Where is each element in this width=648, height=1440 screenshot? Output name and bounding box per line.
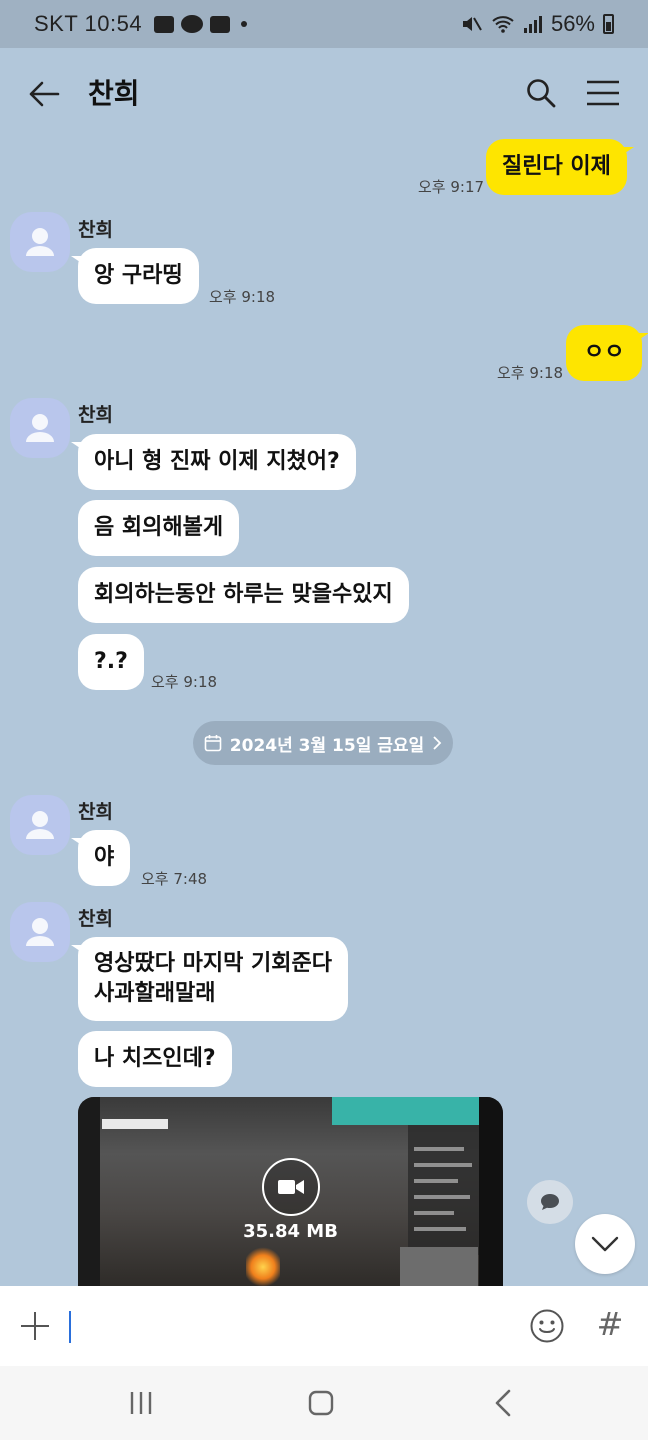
video-overlay-banner [332,1097,480,1125]
sender-name: 찬희 [78,801,113,823]
video-camera-icon [278,1180,304,1194]
chat-header: 찬희 [0,48,648,138]
message-time: 오후 9:18 [151,673,218,691]
back-button[interactable] [24,74,64,114]
message-input-bar: # [0,1286,648,1366]
signal-icon [523,16,542,33]
avatar[interactable] [10,398,70,458]
video-play-button[interactable] [262,1158,320,1216]
default-profile-icon [26,811,54,839]
video-overlay-line [414,1211,454,1215]
default-profile-icon [26,918,54,946]
chat-title: 찬희 [88,77,140,110]
message-time: 오후 9:18 [209,288,276,306]
scroll-to-bottom-button[interactable] [575,1214,635,1274]
calendar-icon [204,735,222,752]
hashtag-button[interactable]: # [592,1304,628,1344]
talk-icon [181,15,204,33]
menu-icon [587,80,619,106]
message-line: 영상땄다 마지막 기회준다 [94,951,332,976]
sender-name: 찬희 [78,908,113,930]
their-message-bubble[interactable]: 앙 구라띵 [71,248,199,304]
home-icon [308,1390,334,1416]
video-overlay-line [414,1195,470,1199]
emoji-icon [530,1309,564,1343]
their-message-bubble[interactable]: 나 치즈인데? [78,1031,232,1087]
date-divider-label: 2024년 3월 15일 금요일 [229,735,425,756]
attach-button[interactable] [16,1306,54,1346]
plus-icon [21,1312,49,1340]
sender-name: 찬희 [78,219,113,241]
video-overlay-line [414,1179,458,1183]
chat-bubble-icon [541,1194,559,1210]
battery-percent: 56% [550,11,595,36]
recents-icon [130,1392,152,1414]
their-message-bubble[interactable]: 야 [70,830,131,886]
back-arrow-icon [29,81,60,107]
video-frame-edge [78,1097,100,1287]
message-line: 사과할래말래 [94,981,216,1006]
message-time: 오후 9:17 [418,178,485,196]
chevron-right-icon [433,736,442,750]
video-message[interactable]: 35.84 MB [78,1097,503,1287]
emoji-button[interactable] [527,1306,567,1346]
status-bar: SKT 10:54 56% [0,0,648,48]
notification-icons [154,15,248,33]
their-message-bubble[interactable]: 영상땄다 마지막 기회준다 사과할래말래 [71,937,348,1021]
message-input[interactable] [66,1306,506,1346]
home-button[interactable] [304,1386,338,1420]
their-message-bubble[interactable]: 회의하는동안 하루는 맞을수있지 [78,567,409,623]
default-profile-icon [26,414,54,442]
avatar[interactable] [10,902,70,962]
gallery-icon [154,15,175,33]
status-carrier-time: SKT 10:54 [34,11,143,36]
mute-icon [462,17,482,31]
video-overlay-badge [102,1119,168,1129]
avatar[interactable] [10,212,70,272]
video-webcam-thumb [400,1247,478,1287]
video-fire-glow [246,1247,280,1287]
my-message-bubble[interactable]: 질린다 이제 [486,139,634,195]
battery-icon [603,14,614,34]
video-file-size: 35.84 MB [243,1221,338,1242]
message-time: 오후 9:18 [497,364,564,382]
youtube-icon [210,15,231,33]
search-icon [527,79,556,108]
wifi-icon [492,16,514,33]
nav-back-button[interactable] [486,1386,520,1420]
search-button[interactable] [520,72,562,114]
dot-icon [241,21,248,27]
menu-button[interactable] [582,72,624,114]
system-icons: 56% [461,11,614,37]
their-message-bubble[interactable]: ?.? [78,634,144,690]
message-time: 오후 7:48 [141,870,208,888]
video-frame-edge [479,1097,503,1287]
chevron-down-icon [591,1236,619,1252]
chat-bubble-button[interactable] [527,1180,573,1224]
their-message-bubble[interactable]: 음 회의해볼게 [78,500,240,556]
my-message-bubble[interactable]: ㅇㅇ [566,325,648,381]
system-nav-bar [0,1366,648,1440]
video-overlay-line [414,1163,472,1167]
sender-name: 찬희 [78,404,113,426]
video-overlay-line [414,1147,464,1151]
default-profile-icon [26,228,54,256]
nav-back-icon [495,1389,511,1417]
avatar[interactable] [10,795,70,855]
text-caret [69,1311,71,1343]
recents-button[interactable] [124,1388,158,1418]
their-message-bubble[interactable]: 아니 형 진짜 이제 지쳤어? [71,434,356,490]
hashtag-icon: # [596,1305,624,1343]
date-divider[interactable]: 2024년 3월 15일 금요일 [193,721,453,765]
